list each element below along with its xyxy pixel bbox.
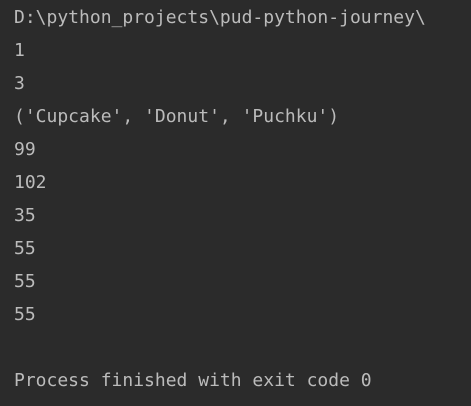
output-line: 55: [14, 238, 36, 259]
process-exit-message: Process finished with exit code 0: [14, 370, 372, 391]
output-line: 35: [14, 205, 36, 226]
output-line: 55: [14, 271, 36, 292]
run-console-output[interactable]: D:\python_projects\pud-python-journey\ 1…: [0, 0, 471, 406]
output-line: 102: [14, 172, 47, 193]
output-line: ('Cupcake', 'Donut', 'Puchku'): [14, 106, 340, 127]
output-line: 99: [14, 139, 36, 160]
output-line: 1: [14, 40, 25, 61]
command-path-line: D:\python_projects\pud-python-journey\: [14, 7, 426, 28]
output-line: 55: [14, 304, 36, 325]
output-line: 3: [14, 73, 25, 94]
